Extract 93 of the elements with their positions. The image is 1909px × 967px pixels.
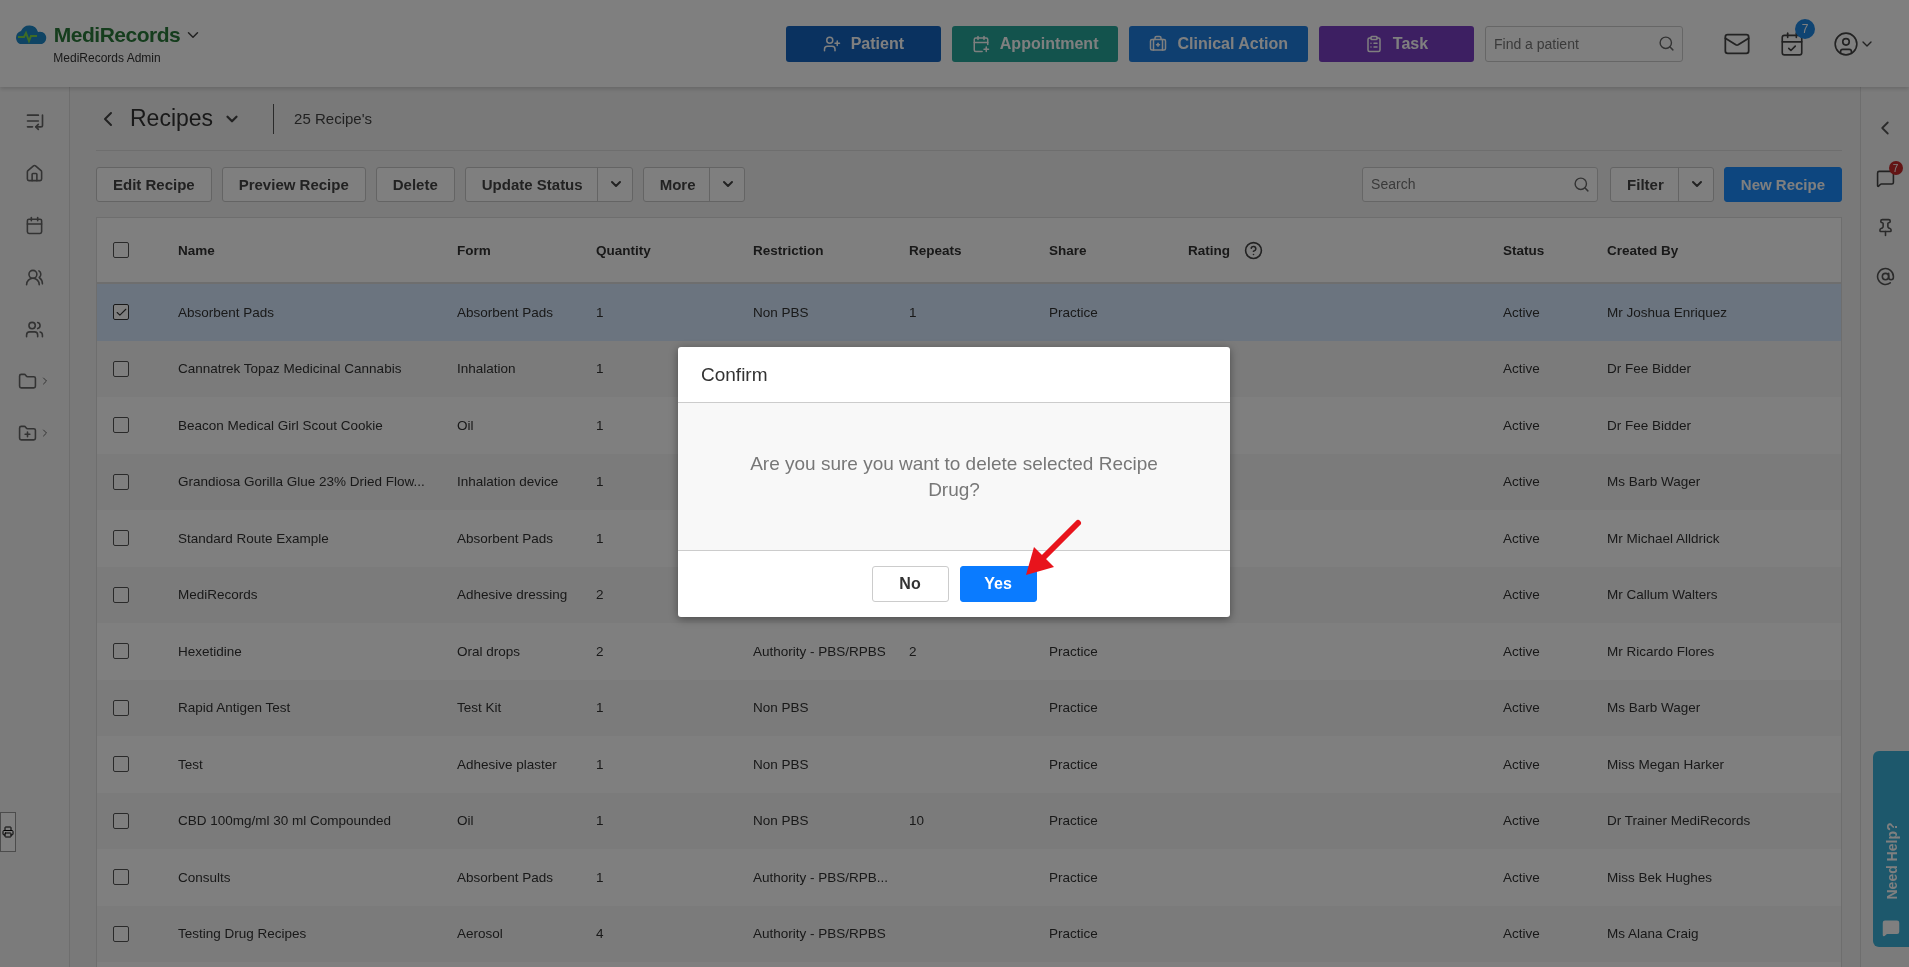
table-cell: Active bbox=[1503, 587, 1540, 603]
column-header: Form bbox=[457, 242, 491, 258]
table-cell: Practice bbox=[1049, 926, 1098, 942]
table-cell: Grandiosa Gorilla Glue 23% Dried Flow... bbox=[178, 474, 425, 490]
notification-badge: 7 bbox=[1795, 18, 1815, 39]
table-cell: Oil bbox=[457, 813, 474, 829]
table-cell: Cannatrek Topaz Medicinal Cannabis bbox=[178, 361, 402, 377]
table-cell: 1 bbox=[909, 304, 917, 320]
table-cell: 4 bbox=[596, 926, 604, 942]
table-cell: Ms Barb Wager bbox=[1607, 700, 1701, 716]
table-cell: Miss Bek Hughes bbox=[1607, 869, 1713, 885]
column-header: Created By bbox=[1607, 242, 1679, 258]
table-cell: 1 bbox=[596, 869, 604, 885]
column-header: Name bbox=[178, 242, 215, 258]
table-cell: Active bbox=[1503, 530, 1540, 546]
column-header: Restriction bbox=[753, 242, 824, 258]
table-cell: Oral drops bbox=[457, 643, 521, 659]
table-cell: Adhesive dressing bbox=[457, 587, 568, 603]
table-cell: Non PBS bbox=[753, 700, 809, 716]
table-cell: Absorbent Pads bbox=[457, 304, 554, 320]
table-cell: Active bbox=[1503, 474, 1540, 490]
table-cell: Active bbox=[1503, 361, 1540, 377]
table-cell: Adhesive plaster bbox=[457, 756, 557, 772]
table-cell: 1 bbox=[596, 813, 604, 829]
table-cell: Active bbox=[1503, 756, 1540, 772]
table-cell: Practice bbox=[1049, 869, 1098, 885]
table-cell: MediRecords bbox=[178, 587, 258, 603]
dialog-message: Are you sure you want to delete selected Recipe Drug? bbox=[749, 451, 1159, 502]
table-cell: Dr Trainer MediRecords bbox=[1607, 813, 1751, 829]
table-cell: Inhalation device bbox=[457, 474, 559, 490]
table-cell: 1 bbox=[596, 474, 604, 490]
table-cell: CBD 100mg/ml 30 ml Compounded bbox=[178, 813, 392, 829]
table-cell: Standard Route Example bbox=[178, 530, 329, 546]
column-header: Rating bbox=[1188, 242, 1230, 258]
table-cell: Non PBS bbox=[753, 813, 809, 829]
table-cell: Practice bbox=[1049, 700, 1098, 716]
column-header: Repeats bbox=[909, 242, 962, 258]
table-cell: Active bbox=[1503, 926, 1540, 942]
table-cell: Active bbox=[1503, 700, 1540, 716]
table-cell: Absorbent Pads bbox=[457, 530, 554, 546]
table-cell: Absorbent Pads bbox=[457, 869, 554, 885]
column-header: Share bbox=[1049, 242, 1087, 258]
table-cell: Authority - PBS/RPBS bbox=[753, 926, 886, 942]
table-cell: 1 bbox=[596, 756, 604, 772]
table-cell: Ms Barb Wager bbox=[1607, 474, 1701, 490]
table-cell: 1 bbox=[596, 304, 604, 320]
table-cell: Absorbent Pads bbox=[178, 304, 275, 320]
table-cell: Hexetidine bbox=[178, 643, 242, 659]
table-cell: Aerosol bbox=[457, 926, 503, 942]
table-cell: Mr Joshua Enriquez bbox=[1607, 304, 1728, 320]
table-cell: Active bbox=[1503, 813, 1540, 829]
table-cell: Beacon Medical Girl Scout Cookie bbox=[178, 417, 383, 433]
table-cell: Dr Fee Bidder bbox=[1607, 417, 1692, 433]
column-header: Quantity bbox=[596, 242, 651, 258]
table-cell: Non PBS bbox=[753, 304, 809, 320]
table-cell: Active bbox=[1503, 869, 1540, 885]
table-cell: Practice bbox=[1049, 756, 1098, 772]
table-cell: Authority - PBS/RPBS bbox=[753, 643, 886, 659]
table-cell: Consults bbox=[178, 869, 231, 885]
dialog-title: Confirm bbox=[701, 363, 768, 386]
notification-badge: 7 bbox=[1888, 161, 1903, 175]
app-logo: MediRecords bbox=[53, 22, 181, 47]
table-cell: Testing Drug Recipes bbox=[178, 926, 307, 942]
table-cell: Oil bbox=[457, 417, 474, 433]
table-cell: Practice bbox=[1049, 643, 1098, 659]
table-cell: 1 bbox=[596, 530, 604, 546]
table-cell: Mr Ricardo Flores bbox=[1607, 643, 1715, 659]
table-cell: 10 bbox=[909, 813, 925, 829]
table-cell: 2 bbox=[909, 643, 917, 659]
table-cell: Active bbox=[1503, 643, 1540, 659]
table-cell: Inhalation bbox=[457, 361, 516, 377]
table-cell: 2 bbox=[596, 587, 604, 603]
account-name: MediRecords Admin bbox=[53, 50, 161, 65]
table-cell: Active bbox=[1503, 304, 1540, 320]
table-cell: 1 bbox=[596, 700, 604, 716]
table-cell: Active bbox=[1503, 417, 1540, 433]
table-cell: Ms Alana Craig bbox=[1607, 926, 1699, 942]
table-cell: Miss Megan Harker bbox=[1607, 756, 1725, 772]
table-cell: Non PBS bbox=[753, 756, 809, 772]
column-header: Status bbox=[1503, 242, 1545, 258]
table-cell: Practice bbox=[1049, 813, 1098, 829]
table-cell: 2 bbox=[596, 643, 604, 659]
table-cell: Practice bbox=[1049, 304, 1098, 320]
table-cell: 1 bbox=[596, 417, 604, 433]
record-count: 25 Recipe's bbox=[294, 110, 373, 127]
table-cell: 1 bbox=[596, 361, 604, 377]
table-cell: Authority - PBS/RPB... bbox=[753, 869, 889, 885]
table-cell: Dr Fee Bidder bbox=[1607, 361, 1692, 377]
table-cell: Rapid Antigen Test bbox=[178, 700, 291, 716]
table-cell: Mr Callum Walters bbox=[1607, 587, 1718, 603]
table-cell: Test bbox=[178, 756, 203, 772]
table-cell: Test Kit bbox=[457, 700, 502, 716]
table-cell: Mr Michael Alldrick bbox=[1607, 530, 1720, 546]
